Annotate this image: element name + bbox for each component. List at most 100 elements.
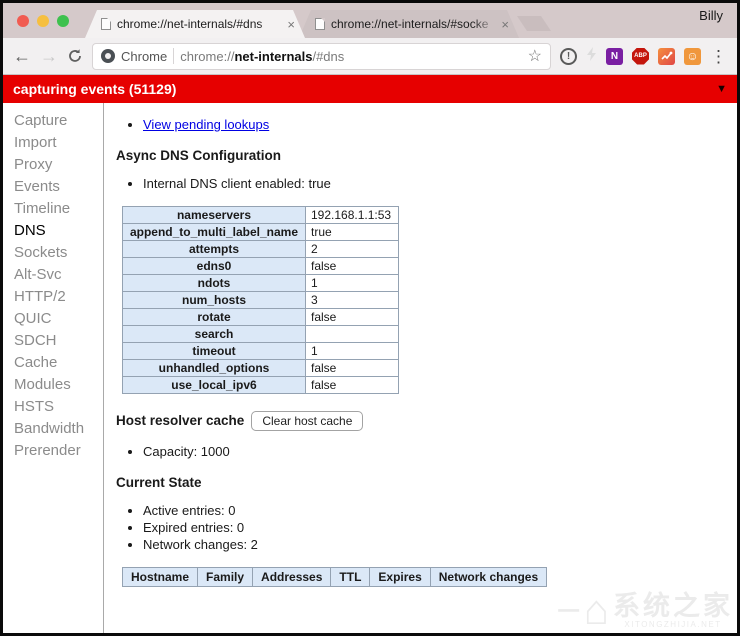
config-value (305, 325, 399, 343)
page-info-icon[interactable]: ! (560, 47, 577, 65)
config-value: 3 (305, 291, 399, 309)
extension-smiley-icon[interactable]: ☺ (684, 47, 701, 65)
address-bar[interactable]: Chrome chrome://net-internals/#dns ☆ (92, 42, 551, 70)
watermark-dash: 一 (557, 599, 580, 624)
extension-adblock-icon[interactable]: ABP (632, 47, 649, 65)
internal-dns-list: Internal DNS client enabled: true (116, 176, 725, 191)
config-value: 1 (305, 274, 399, 292)
watermark-text: 系统之家 (613, 590, 733, 621)
config-key: use_local_ipv6 (122, 376, 306, 394)
close-tab-icon[interactable]: × (287, 17, 295, 32)
capacity-list: Capacity: 1000 (116, 444, 725, 459)
page-icon (101, 18, 111, 30)
back-button[interactable]: ← (13, 47, 31, 65)
col-hostname: Hostname (121, 567, 199, 587)
config-key: ndots (122, 274, 306, 292)
site-label: Chrome (121, 48, 168, 64)
sidebar-item-events[interactable]: Events (3, 176, 103, 198)
table-row: timeout 1 (122, 342, 399, 360)
config-key: edns0 (122, 257, 306, 275)
table-row: use_local_ipv6 false (122, 376, 399, 394)
internal-dns-line: Internal DNS client enabled: true (143, 176, 725, 191)
cache-entries-table: Hostname Family Addresses TTL Expires Ne… (121, 567, 548, 587)
active-entries-line: Active entries: 0 (143, 503, 725, 518)
table-row: nameservers 192.168.1.1:53 (122, 206, 399, 224)
col-expires: Expires (369, 567, 431, 587)
dns-view: View pending lookups Async DNS Configura… (104, 103, 737, 633)
list-item: View pending lookups (143, 117, 725, 132)
sidebar-item-sockets[interactable]: Sockets (3, 242, 103, 264)
navigation-bar: ← → Chrome chrome://net-internals/#dns ☆… (3, 38, 737, 75)
new-tab-button[interactable] (517, 16, 551, 31)
window-controls (17, 15, 69, 27)
bookmark-star-icon[interactable]: ☆ (528, 46, 542, 66)
table-row: num_hosts 3 (122, 291, 399, 309)
sidebar-item-quic[interactable]: QUIC (3, 308, 103, 330)
sidebar-item-prerender[interactable]: Prerender (3, 440, 103, 462)
capturing-events-banner: capturing events (51129) ▼ (3, 75, 737, 103)
table-row: ndots 1 (122, 274, 399, 292)
expired-entries-line: Expired entries: 0 (143, 520, 725, 535)
sidebar: Capture Import Proxy Events Timeline DNS… (3, 103, 104, 633)
col-ttl: TTL (330, 567, 371, 587)
chrome-logo-icon (101, 49, 115, 63)
col-family: Family (197, 567, 254, 587)
capacity-line: Capacity: 1000 (143, 444, 725, 459)
config-key: attempts (122, 240, 306, 258)
zoom-window-button[interactable] (57, 15, 69, 27)
watermark-text-block: 系统之家 XITONGZHIJIA.NET (613, 592, 733, 629)
dns-config-table: nameservers 192.168.1.1:53 append_to_mult… (122, 206, 399, 394)
url-text[interactable]: chrome://net-internals/#dns (180, 49, 344, 64)
tab-dns[interactable]: chrome://net-internals/#dns × (85, 10, 305, 38)
clear-host-cache-button[interactable]: Clear host cache (251, 411, 364, 431)
sidebar-item-hsts[interactable]: HSTS (3, 396, 103, 418)
network-changes-line: Network changes: 2 (143, 537, 725, 552)
config-value: 192.168.1.1:53 (305, 206, 399, 224)
sidebar-item-sdch[interactable]: SDCH (3, 330, 103, 352)
config-key: append_to_multi_label_name (122, 223, 306, 241)
config-value: false (305, 359, 399, 377)
host-resolver-heading: Host resolver cache (116, 413, 245, 428)
sidebar-item-capture[interactable]: Capture (3, 110, 103, 132)
sidebar-item-cache[interactable]: Cache (3, 352, 103, 374)
watermark: 一 ⌂ 系统之家 XITONGZHIJIA.NET (557, 589, 733, 631)
current-state-list: Active entries: 0 Expired entries: 0 Net… (116, 503, 725, 552)
reload-button[interactable] (67, 48, 83, 64)
sidebar-item-proxy[interactable]: Proxy (3, 154, 103, 176)
config-value: false (305, 308, 399, 326)
url-scheme: chrome:// (180, 48, 235, 64)
url-fragment: /#dns (312, 48, 345, 64)
config-value: true (305, 223, 399, 241)
sidebar-item-dns[interactable]: DNS (3, 220, 103, 242)
sidebar-item-http2[interactable]: HTTP/2 (3, 286, 103, 308)
browser-menu-icon[interactable]: ⋮ (710, 48, 727, 65)
current-state-heading: Current State (116, 475, 202, 490)
host-resolver-section: Host resolver cache Clear host cache (116, 411, 725, 431)
close-window-button[interactable] (17, 15, 29, 27)
banner-dropdown-icon[interactable]: ▼ (716, 83, 727, 95)
minimize-window-button[interactable] (37, 15, 49, 27)
close-tab-icon[interactable]: × (501, 17, 509, 32)
sidebar-item-alt-svc[interactable]: Alt-Svc (3, 264, 103, 286)
tab-title: chrome://net-internals/#socke (331, 17, 489, 31)
sidebar-item-modules[interactable]: Modules (3, 374, 103, 396)
extension-analytics-icon[interactable] (658, 47, 675, 65)
col-network-changes: Network changes (429, 567, 548, 587)
table-row: search (122, 325, 399, 343)
sidebar-item-timeline[interactable]: Timeline (3, 198, 103, 220)
tab-sockets[interactable]: chrome://net-internals/#socke × (299, 10, 519, 38)
extension-onenote-icon[interactable]: N (606, 47, 623, 65)
table-row: rotate false (122, 308, 399, 326)
profile-name[interactable]: Billy (699, 3, 737, 23)
config-key: unhandled_options (122, 359, 306, 377)
table-header-row: Hostname Family Addresses TTL Expires Ne… (121, 567, 548, 587)
view-pending-lookups-link[interactable]: View pending lookups (143, 117, 269, 132)
page-icon (315, 18, 325, 30)
config-value: false (305, 376, 399, 394)
capturing-events-text: capturing events (51129) (13, 81, 177, 97)
sidebar-item-bandwidth[interactable]: Bandwidth (3, 418, 103, 440)
async-dns-heading: Async DNS Configuration (116, 148, 282, 163)
config-key: rotate (122, 308, 306, 326)
sidebar-item-import[interactable]: Import (3, 132, 103, 154)
table-row: attempts 2 (122, 240, 399, 258)
